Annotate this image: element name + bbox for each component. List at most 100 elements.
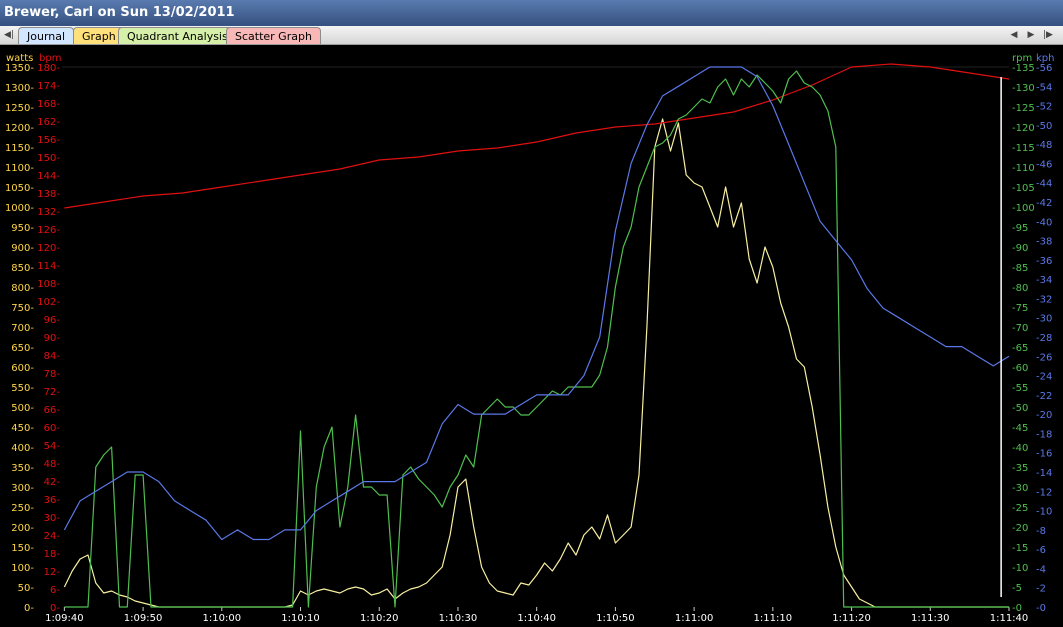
kph-tick-label: -42 (1036, 198, 1052, 209)
chart: 0- 50- 100- 150- 200- 250- 300- 350- 400- 450- 500… (5, 53, 1055, 624)
rpm-tick-label: -15 (1012, 543, 1028, 554)
rpm-tick-label: -90 (1012, 243, 1028, 254)
watts-tick-label: 1350- (5, 63, 34, 74)
rpm-tick-label: -65 (1012, 343, 1028, 354)
bpm-tick-label: 90- (44, 333, 61, 344)
rpm-axis-label: rpm (1012, 53, 1032, 64)
x-tick-label: 1:10:10 (281, 613, 320, 624)
watts-tick-label: 200- (11, 523, 34, 534)
tab-scatter-graph[interactable]: Scatter Graph (226, 27, 321, 44)
rpm-tick-label: -130 (1012, 83, 1035, 94)
bpm-tick-label: 66- (44, 405, 61, 416)
kph-tick-label: -18 (1036, 429, 1052, 440)
bpm-tick-label: 42- (44, 477, 61, 488)
x-tick-label: 1:10:40 (517, 613, 556, 624)
rpm-tick-label: -120 (1012, 123, 1035, 134)
watts-tick-label: 850- (11, 263, 34, 274)
watts-tick-label: 550- (11, 383, 34, 394)
bpm-tick-label: 72- (44, 387, 61, 398)
rpm-tick-label: -85 (1012, 263, 1028, 274)
bpm-tick-label: 78- (44, 369, 61, 380)
kph-tick-label: -46 (1036, 159, 1052, 170)
kph-tick-label: -36 (1036, 256, 1052, 267)
rpm-tick-label: -35 (1012, 463, 1028, 474)
bpm-tick-label: 156- (37, 135, 60, 146)
watts-tick-label: 800- (11, 283, 34, 294)
kph-tick-label: -40 (1036, 217, 1052, 228)
bpm-tick-label: 108- (37, 279, 60, 290)
kph-tick-label: -28 (1036, 333, 1052, 344)
rpm-tick-label: -5 (1012, 583, 1022, 594)
kph-tick-label: -48 (1036, 140, 1052, 151)
bpm-tick-label: 180- (37, 63, 60, 74)
watts-axis-label: watts (6, 53, 33, 64)
x-tick-label: 1:11:20 (832, 613, 871, 624)
watts-tick-label: 350- (11, 463, 34, 474)
kph-tick-label: -54 (1036, 82, 1052, 93)
bpm-tick-label: 114- (37, 261, 60, 272)
tab-graph[interactable]: Graph (73, 27, 125, 44)
watts-tick-label: 0- (24, 603, 34, 614)
rpm-tick-label: -60 (1012, 363, 1028, 374)
x-tick-label: 1:09:50 (124, 613, 163, 624)
watts-tick-label: 600- (11, 363, 34, 374)
x-tick-label: 1:09:40 (45, 613, 84, 624)
kph-tick-label: -38 (1036, 237, 1052, 248)
watts-tick-label: 150- (11, 543, 34, 554)
watts-tick-label: 1050- (5, 183, 34, 194)
next-icon[interactable]: ▶ (1024, 27, 1038, 43)
bpm-tick-label: 6- (50, 585, 60, 596)
bpm-tick-label: 120- (37, 243, 60, 254)
rpm-tick-label: -45 (1012, 423, 1028, 434)
tab-quadrant-analysis[interactable]: Quadrant Analysis (118, 27, 237, 44)
kph-tick-label: -50 (1036, 121, 1052, 132)
watts-tick-label: 700- (11, 323, 34, 334)
bpm-tick-label: 18- (44, 549, 61, 560)
bpm-tick-label: 12- (44, 567, 61, 578)
watts-tick-label: 1300- (5, 83, 34, 94)
rpm-tick-label: -75 (1012, 303, 1028, 314)
kph-tick-label: -14 (1036, 468, 1052, 479)
bpm-tick-label: 60- (44, 423, 61, 434)
watts-tick-label: 250- (11, 503, 34, 514)
x-tick-label: 1:10:30 (439, 613, 478, 624)
rpm-tick-label: -40 (1012, 443, 1028, 454)
kph-tick-label: -52 (1036, 102, 1052, 113)
kph-tick-label: -6 (1036, 545, 1046, 556)
bpm-tick-label: 96- (44, 315, 61, 326)
watts-tick-label: 450- (11, 423, 34, 434)
bpm-tick-label: 144- (37, 171, 60, 182)
watts-tick-label: 750- (11, 303, 34, 314)
rpm-tick-label: -110 (1012, 163, 1035, 174)
first-icon[interactable]: ◀| (2, 27, 16, 43)
watts-tick-label: 950- (11, 223, 34, 234)
watts-tick-label: 400- (11, 443, 34, 454)
kph-tick-label: -32 (1036, 294, 1052, 305)
bpm-tick-label: 36- (44, 495, 61, 506)
rpm-tick-label: -100 (1012, 203, 1035, 214)
rpm-tick-label: -70 (1012, 323, 1028, 334)
kph-tick-label: -56 (1036, 63, 1052, 74)
kph-axis-label: kph (1036, 53, 1054, 64)
x-tick-label: 1:10:00 (203, 613, 242, 624)
bpm-axis-label: bpm (39, 53, 61, 64)
x-tick-label: 1:11:10 (754, 613, 793, 624)
rpm-tick-label: -80 (1012, 283, 1028, 294)
bpm-tick-label: 48- (44, 459, 61, 470)
rpm-tick-label: -125 (1012, 103, 1035, 114)
rpm-tick-label: -10 (1012, 563, 1028, 574)
kph-tick-label: -10 (1036, 507, 1052, 518)
bpm-tick-label: 168- (37, 99, 60, 110)
tab-journal[interactable]: Journal (18, 27, 75, 44)
prev-icon[interactable]: ◀ (1007, 27, 1021, 43)
kph-tick-label: -24 (1036, 372, 1052, 383)
kph-tick-label: -4 (1036, 564, 1046, 575)
bpm-tick-label: 30- (44, 513, 61, 524)
last-icon[interactable]: |▶ (1041, 27, 1055, 43)
rpm-tick-label: -105 (1012, 183, 1035, 194)
bpm-tick-label: 54- (44, 441, 61, 452)
watts-tick-label: 1200- (5, 123, 34, 134)
bpm-tick-label: 150- (37, 153, 60, 164)
bpm-tick-label: 84- (44, 351, 61, 362)
rpm-tick-label: -50 (1012, 403, 1028, 414)
